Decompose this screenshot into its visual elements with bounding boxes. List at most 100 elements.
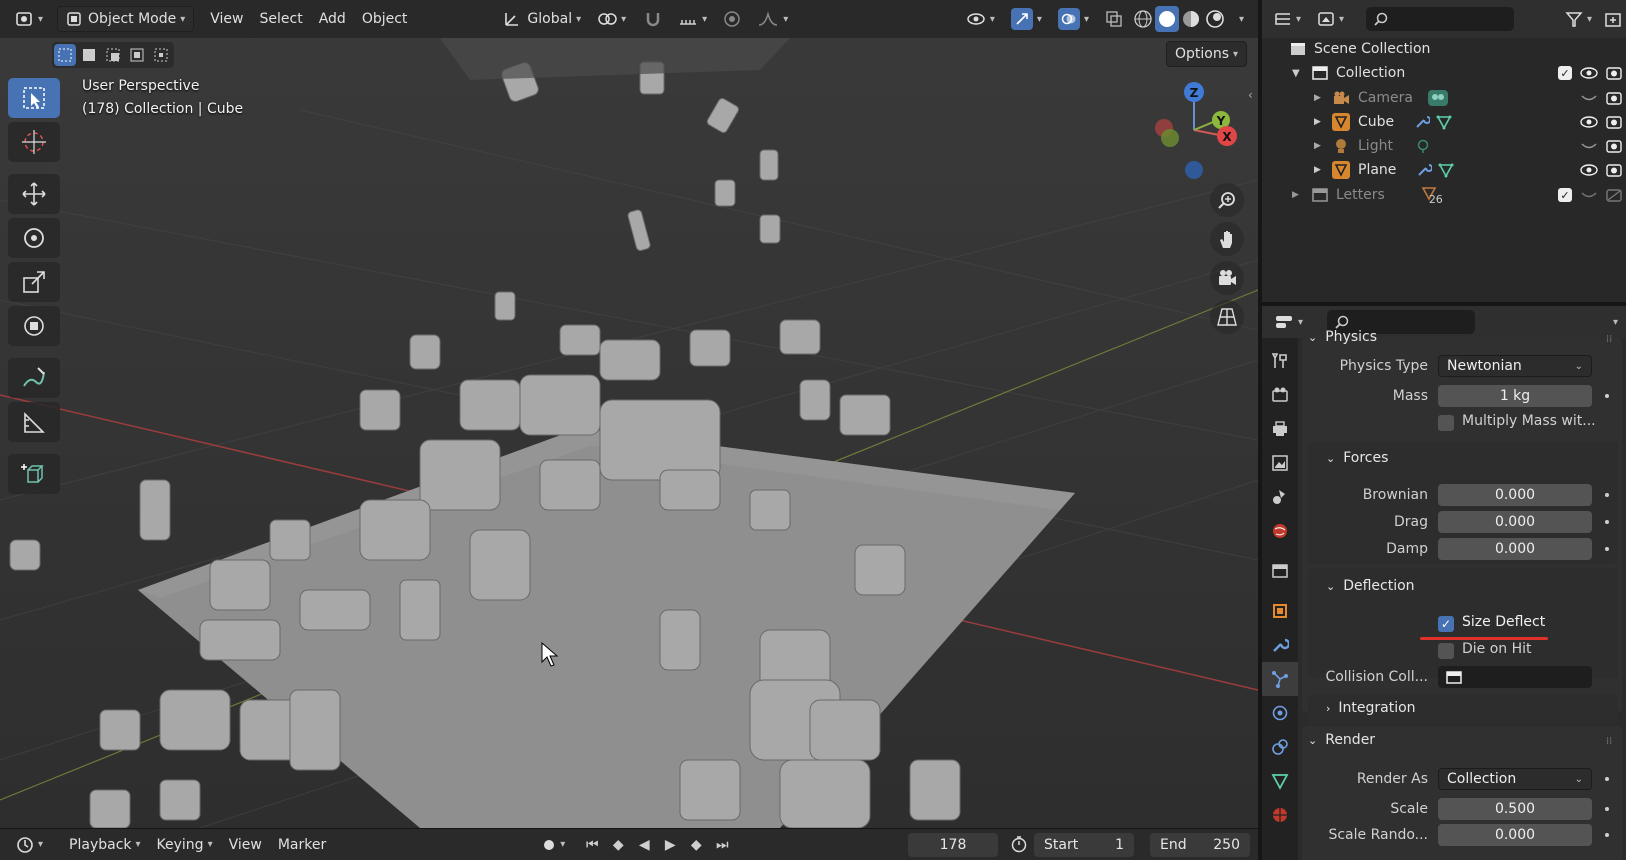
menu-object[interactable]: Object <box>354 6 416 32</box>
tool-add-cube[interactable] <box>8 454 60 494</box>
falloff-dropdown[interactable]: ▾ <box>749 6 796 32</box>
menu-marker[interactable]: Marker <box>270 832 334 858</box>
stopwatch-icon[interactable] <box>1010 835 1028 857</box>
tab-render[interactable] <box>1262 378 1298 412</box>
outliner-filter-dropdown[interactable]: ▾ <box>1557 6 1600 32</box>
pan-button[interactable] <box>1210 222 1244 256</box>
render-camera-icon[interactable] <box>1606 91 1622 105</box>
transform-orientation-dropdown[interactable]: Global ▾ <box>495 6 589 32</box>
gizmo-toggle[interactable]: ▾ <box>1003 6 1050 32</box>
tab-object[interactable] <box>1262 594 1298 628</box>
menu-playback[interactable]: Playback ▾ <box>61 832 149 858</box>
expand-arrow-icon[interactable]: ▶ <box>1314 141 1328 151</box>
tool-transform[interactable] <box>8 306 60 346</box>
tool-measure[interactable] <box>8 402 60 442</box>
forces-section-header[interactable]: ⌄ Forces <box>1326 450 1388 466</box>
zoom-button[interactable] <box>1210 183 1244 217</box>
render-camera-icon[interactable] <box>1606 139 1622 153</box>
tab-data[interactable] <box>1262 764 1298 798</box>
tab-material[interactable] <box>1262 798 1298 832</box>
pivot-dropdown[interactable]: ▾ <box>589 6 634 32</box>
shading-wireframe[interactable] <box>1131 6 1155 32</box>
keyframe-dot-icon[interactable] <box>1605 547 1609 551</box>
deflection-section-header[interactable]: ⌄ Deflection <box>1326 578 1415 594</box>
navigation-gizmo[interactable]: Z Y X <box>1146 78 1246 188</box>
3d-viewport[interactable]: ▾ Object Mode ▾ View Select Add Object G… <box>0 0 1258 828</box>
visibility-dropdown[interactable]: ▾ <box>958 6 1003 32</box>
keyframe-dot-icon[interactable] <box>1605 777 1609 781</box>
tab-scene[interactable] <box>1262 480 1298 514</box>
properties-editor-type[interactable]: ▾ <box>1266 309 1311 335</box>
render-camera-icon[interactable] <box>1606 66 1622 80</box>
options-dropdown[interactable]: Options ▾ <box>1166 41 1248 67</box>
tab-constraints[interactable] <box>1262 730 1298 764</box>
eye-hidden-icon[interactable] <box>1580 91 1598 105</box>
collection-exclude-checkbox[interactable]: ✓ <box>1558 66 1572 80</box>
drag-field[interactable]: 0.000 <box>1438 511 1592 533</box>
menu-select[interactable]: Select <box>252 6 311 32</box>
jump-end-icon[interactable]: ⏭ <box>711 834 733 856</box>
collision-collection-field[interactable] <box>1438 666 1592 688</box>
tab-tool[interactable] <box>1262 344 1298 378</box>
menu-add[interactable]: Add <box>311 6 354 32</box>
brownian-field[interactable]: 0.000 <box>1438 484 1592 506</box>
tab-world[interactable] <box>1262 514 1298 548</box>
eye-hidden-icon[interactable] <box>1580 139 1598 153</box>
ortho-toggle-button[interactable] <box>1210 300 1244 334</box>
tab-collection[interactable] <box>1262 554 1298 588</box>
menu-keying[interactable]: Keying ▾ <box>149 832 221 858</box>
tab-view-layer[interactable] <box>1262 446 1298 480</box>
auto-keying-toggle[interactable]: ▾ <box>534 832 573 858</box>
eye-icon[interactable] <box>1580 163 1598 177</box>
properties-options-dropdown[interactable]: ▾ <box>1601 309 1626 335</box>
snap-target-dropdown[interactable]: ▾ <box>670 6 715 32</box>
camera-view-button[interactable] <box>1210 261 1244 295</box>
multiply-mass-checkbox[interactable] <box>1438 415 1454 431</box>
render-camera-icon[interactable] <box>1606 163 1622 177</box>
select-new-icon[interactable] <box>54 44 76 66</box>
integration-section-header[interactable]: › Integration <box>1326 700 1416 716</box>
render-camera-icon[interactable] <box>1606 115 1622 129</box>
prev-keyframe-icon[interactable]: ◆ <box>607 834 629 856</box>
eye-hidden-icon[interactable] <box>1580 188 1598 202</box>
shading-solid[interactable] <box>1154 6 1179 32</box>
scale-random-field[interactable]: 0.000 <box>1438 824 1592 846</box>
tool-rotate[interactable] <box>8 218 60 258</box>
drag-handle-icon[interactable]: ⁞⁞ <box>1606 334 1612 345</box>
outliner-item-letters[interactable]: ▶ Letters 26 ✓ <box>1262 183 1626 207</box>
snap-toggle[interactable] <box>636 6 670 32</box>
sidebar-toggle-chevron-icon[interactable]: ‹ <box>1248 88 1253 102</box>
play-reverse-icon[interactable]: ◀ <box>633 834 655 856</box>
expand-arrow-icon[interactable]: ▶ <box>1314 165 1328 175</box>
display-mode-dropdown[interactable]: ▾ <box>1309 6 1352 32</box>
damp-field[interactable]: 0.000 <box>1438 538 1592 560</box>
outliner-item-camera[interactable]: ▶ Camera <box>1262 86 1626 110</box>
tool-annotate[interactable] <box>8 358 60 398</box>
shading-material[interactable] <box>1179 6 1203 32</box>
current-frame-field[interactable]: 178 <box>908 832 998 857</box>
scene-collection-row[interactable]: Scene Collection <box>1262 37 1626 61</box>
eye-icon[interactable] <box>1580 115 1598 129</box>
proportional-edit-toggle[interactable] <box>715 6 749 32</box>
overlays-toggle[interactable]: ▾ <box>1050 6 1097 32</box>
eye-icon[interactable] <box>1580 66 1598 80</box>
next-keyframe-icon[interactable]: ◆ <box>685 834 707 856</box>
physics-section-header[interactable]: ⌄ Physics <box>1308 329 1377 345</box>
select-subtract-icon[interactable] <box>102 44 124 66</box>
mode-dropdown[interactable]: Object Mode ▾ <box>57 6 195 32</box>
collection-expand-icon[interactable]: ▼ <box>1292 68 1306 79</box>
timeline-editor-type[interactable]: ▾ <box>8 832 51 858</box>
size-deflect-checkbox[interactable]: ✓ <box>1438 616 1454 632</box>
mass-field[interactable]: 1 kg <box>1438 385 1592 407</box>
render-disabled-icon[interactable] <box>1606 188 1622 202</box>
select-extend-icon[interactable] <box>78 44 100 66</box>
tool-move[interactable] <box>8 174 60 214</box>
outliner-item-cube[interactable]: ▶ Cube <box>1262 110 1626 134</box>
jump-start-icon[interactable]: ⏮ <box>581 834 603 856</box>
outliner-item-plane[interactable]: ▶ Plane <box>1262 158 1626 182</box>
outliner-item-light[interactable]: ▶ Light <box>1262 134 1626 158</box>
tool-scale[interactable] <box>8 262 60 302</box>
render-as-dropdown[interactable]: Collection ⌄ <box>1438 768 1592 790</box>
die-on-hit-checkbox[interactable] <box>1438 643 1454 659</box>
new-collection-button[interactable] <box>1600 6 1626 32</box>
